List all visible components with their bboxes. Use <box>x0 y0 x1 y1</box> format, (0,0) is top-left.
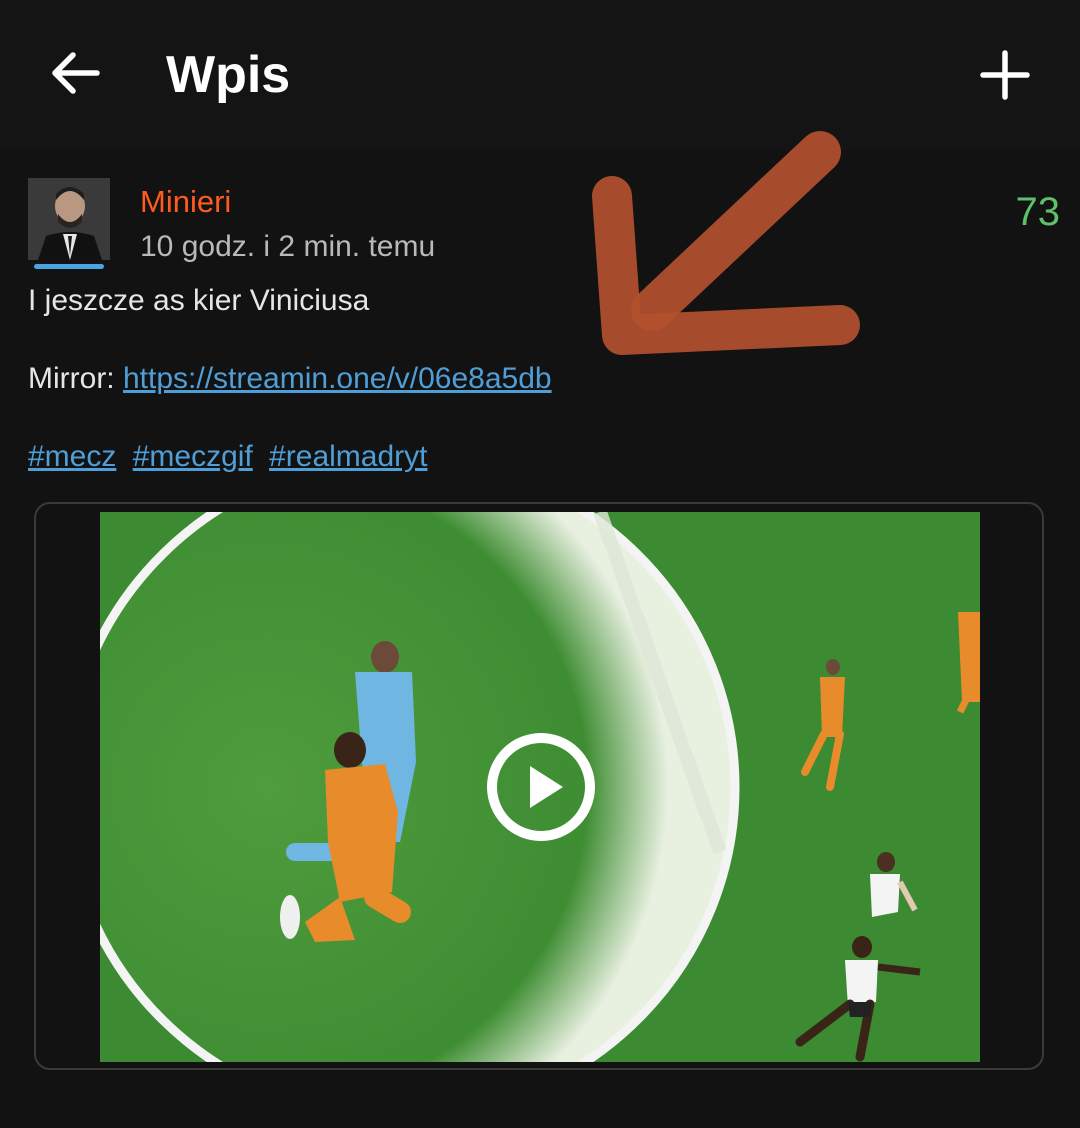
add-button[interactable] <box>970 40 1040 110</box>
tag-realmadryt[interactable]: #realmadryt <box>269 440 427 473</box>
mirror-label: Mirror: <box>28 362 123 395</box>
vote-count[interactable]: 73 <box>1016 190 1061 235</box>
mirror-link[interactable]: https://streamin.one/v/06e8a5db <box>123 362 552 395</box>
tag-list: #mecz #meczgif #realmadryt <box>28 440 436 474</box>
arrow-left-icon <box>52 52 100 94</box>
user-portrait-icon <box>28 178 110 260</box>
annotation-arrow-icon <box>592 131 860 355</box>
page-title: Wpis <box>166 46 291 104</box>
app-root: Wpis Minieri 10 godz. i 2 min. temu 73 I… <box>0 0 1080 1128</box>
play-icon <box>487 733 595 841</box>
post-timestamp: 10 godz. i 2 min. temu <box>140 230 436 263</box>
tag-mecz[interactable]: #mecz <box>28 440 116 473</box>
plus-icon <box>980 50 1030 100</box>
play-button[interactable] <box>486 732 596 842</box>
mirror-line: Mirror: https://streamin.one/v/06e8a5db <box>28 362 552 396</box>
tag-meczgif[interactable]: #meczgif <box>133 440 253 473</box>
top-app-bar: Wpis <box>0 0 1080 150</box>
author-name[interactable]: Minieri <box>140 184 231 220</box>
post-text: I jeszcze as kier Viniciusa <box>28 284 370 317</box>
avatar-status-bar <box>34 264 104 269</box>
back-button[interactable] <box>44 38 108 108</box>
avatar[interactable] <box>28 178 110 260</box>
